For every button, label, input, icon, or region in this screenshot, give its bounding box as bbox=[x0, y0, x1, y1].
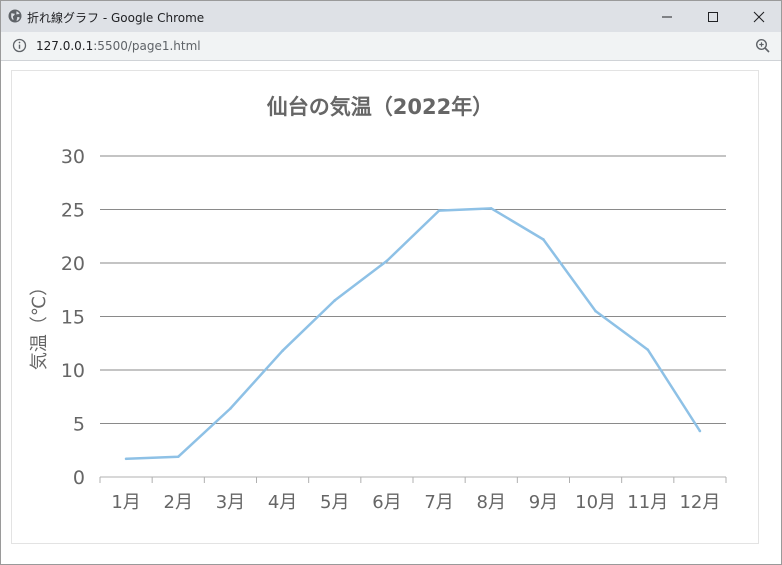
close-icon bbox=[753, 11, 765, 23]
data-point bbox=[594, 309, 597, 313]
x-tick-labels: 1月 2月 3月 4月 5月 6月 7月 8月 9月 10月 11月 12月 bbox=[99, 477, 727, 513]
data-point bbox=[646, 348, 650, 351]
x-tick-label: 9月 bbox=[529, 492, 558, 513]
zoom-in-icon[interactable] bbox=[755, 38, 771, 54]
window-title: 折れ線グラフ - Google Chrome bbox=[27, 11, 205, 25]
minimize-button[interactable] bbox=[644, 1, 690, 32]
x-tick-label: 12月 bbox=[679, 492, 720, 513]
x-tick-label: 7月 bbox=[424, 492, 453, 513]
data-point bbox=[281, 349, 284, 353]
grid-lines bbox=[100, 155, 726, 478]
globe-icon bbox=[8, 9, 22, 23]
x-tick-label: 5月 bbox=[320, 492, 349, 513]
data-point bbox=[542, 238, 545, 241]
y-tick-label: 10 bbox=[61, 360, 85, 382]
page-content: 仙台の気温（2022年） 気温（℃） 0 5 10 15 20 25 30 1月 2月 3月 4月… bbox=[1, 61, 781, 564]
data-point bbox=[333, 299, 337, 302]
chart-title: 仙台の気温（2022年） bbox=[267, 95, 493, 119]
info-icon[interactable] bbox=[12, 38, 27, 53]
address-bar[interactable]: 127.0.0.1:5500/page1.html bbox=[1, 32, 781, 61]
x-tick-label: 6月 bbox=[372, 492, 401, 513]
x-tick-label: 3月 bbox=[216, 492, 245, 513]
y-tick-label: 25 bbox=[61, 200, 85, 222]
data-point bbox=[698, 429, 702, 433]
y-axis-label: 気温（℃） bbox=[29, 278, 50, 370]
data-series bbox=[124, 207, 702, 461]
minimize-icon bbox=[662, 16, 672, 18]
y-tick-labels: 0 5 10 15 20 25 30 bbox=[61, 146, 85, 489]
maximize-button[interactable] bbox=[690, 1, 736, 32]
browser-window: 折れ線グラフ - Google Chrome 127.0.0.1:5500/pa… bbox=[0, 0, 782, 565]
data-point bbox=[437, 209, 441, 212]
line-chart: 仙台の気温（2022年） 気温（℃） 0 5 10 15 20 25 30 1月 2月 3月 4月… bbox=[29, 95, 727, 513]
y-tick-label: 15 bbox=[61, 307, 85, 329]
x-tick-label: 4月 bbox=[268, 492, 297, 513]
close-button[interactable] bbox=[736, 1, 782, 32]
maximize-icon bbox=[708, 12, 718, 22]
y-tick-label: 0 bbox=[73, 467, 85, 489]
url-text[interactable]: 127.0.0.1:5500/page1.html bbox=[36, 39, 201, 53]
x-tick-label: 10月 bbox=[575, 492, 616, 513]
chart-container: 仙台の気温（2022年） 気温（℃） 0 5 10 15 20 25 30 1月 2月 3月 4月… bbox=[11, 70, 759, 544]
series-line bbox=[126, 207, 701, 461]
x-tick-label: 8月 bbox=[477, 492, 506, 513]
data-point bbox=[229, 407, 232, 410]
y-tick-label: 5 bbox=[73, 414, 85, 436]
title-bar: 折れ線グラフ - Google Chrome bbox=[1, 1, 781, 32]
url-path: :5500/page1.html bbox=[93, 39, 201, 53]
data-point bbox=[489, 207, 493, 210]
data-point bbox=[385, 259, 389, 263]
data-point bbox=[176, 455, 180, 458]
y-tick-label: 30 bbox=[61, 146, 85, 168]
data-point bbox=[124, 457, 128, 461]
x-tick-label: 2月 bbox=[164, 492, 193, 513]
y-tick-label: 20 bbox=[61, 253, 85, 275]
url-host: 127.0.0.1 bbox=[36, 39, 94, 53]
x-tick-label: 1月 bbox=[111, 492, 140, 513]
x-tick-label: 11月 bbox=[627, 492, 668, 513]
